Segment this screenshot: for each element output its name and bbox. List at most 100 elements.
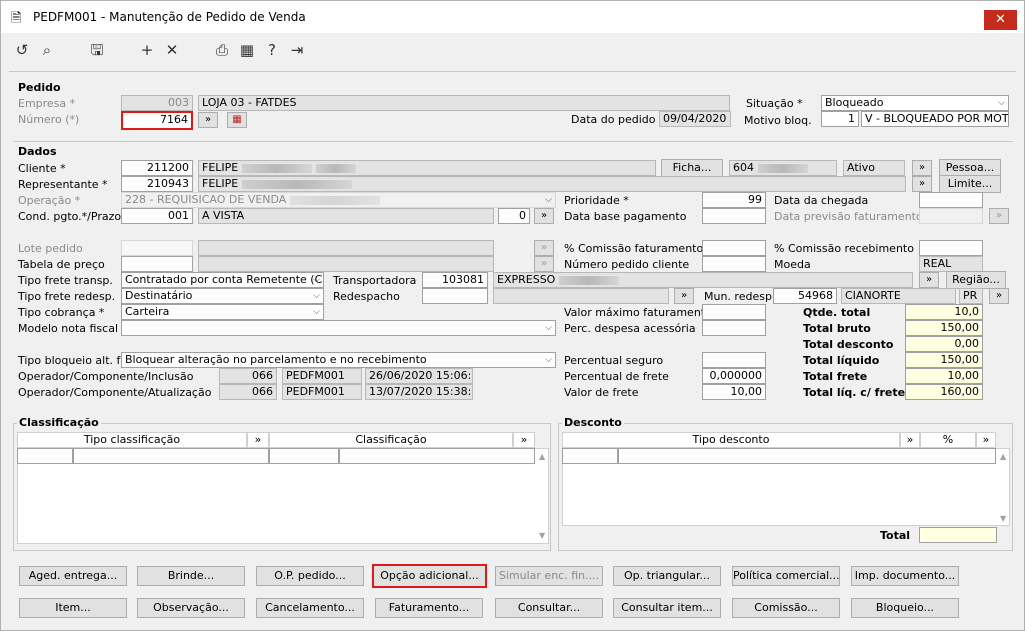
desconto-cell[interactable] xyxy=(562,448,618,464)
tipo-desconto-header[interactable]: Tipo desconto xyxy=(562,432,900,448)
consultar-item-button[interactable]: Consultar item... xyxy=(613,598,721,618)
tipo-classificacao-arrow[interactable]: » xyxy=(247,432,269,448)
classificacao-arrow[interactable]: » xyxy=(513,432,535,448)
bloqueio-dropdown[interactable]: Bloquear alteração no parcelamento e no … xyxy=(121,352,556,368)
scroll-up-icon[interactable]: ▲ xyxy=(539,452,545,461)
cancelamento-button[interactable]: Cancelamento... xyxy=(256,598,364,618)
mun-more-button[interactable]: » xyxy=(989,288,1009,304)
item-button[interactable]: Item... xyxy=(19,598,127,618)
frete-redesp-dropdown[interactable]: Destinatário ⌵ xyxy=(121,288,324,304)
close-button[interactable]: ✕ xyxy=(984,10,1017,30)
perc-seguro-field[interactable] xyxy=(702,352,766,368)
data-previsao-field xyxy=(919,208,983,224)
valor-frete-field[interactable]: 10,00 xyxy=(702,384,766,400)
numero-go-button[interactable]: » xyxy=(198,112,218,128)
cliente-more-button[interactable]: » xyxy=(912,160,932,176)
chevron-down-icon: ⌵ xyxy=(545,195,552,205)
brinde-button[interactable]: Brinde... xyxy=(137,566,245,586)
cobranca-dropdown[interactable]: Carteira ⌵ xyxy=(121,304,324,320)
add-icon[interactable]: + xyxy=(138,41,156,59)
classificacao-cell[interactable] xyxy=(73,448,269,464)
calendar-grid-icon[interactable]: ▦ xyxy=(227,112,247,128)
total-bruto-field: 150,00 xyxy=(905,320,983,336)
classificacao-header[interactable]: Classificação xyxy=(269,432,513,448)
delete-icon[interactable]: ✕ xyxy=(163,41,181,59)
classificacao-cell[interactable] xyxy=(339,448,535,464)
tabela-code-field[interactable] xyxy=(121,256,193,272)
op-triangular-button[interactable]: Op. triangular... xyxy=(613,566,721,586)
consultar-button[interactable]: Consultar... xyxy=(495,598,603,618)
lote-name-field xyxy=(198,240,494,256)
percent-header[interactable]: % xyxy=(920,432,976,448)
representante-code-field[interactable]: 210943 xyxy=(121,176,193,192)
tipo-classificacao-header[interactable]: Tipo classificação xyxy=(17,432,247,448)
scroll-down-icon[interactable]: ▼ xyxy=(539,531,545,540)
mun-code-field[interactable]: 54968 xyxy=(773,288,837,304)
exit-icon[interactable]: ⇥ xyxy=(288,41,306,59)
op-inclusao-label: Operador/Componente/Inclusão xyxy=(18,370,194,383)
total-liquido-field: 150,00 xyxy=(905,352,983,368)
tipo-desconto-arrow[interactable]: » xyxy=(900,432,920,448)
limite-button[interactable]: Limite... xyxy=(939,175,1001,193)
data-chegada-field[interactable] xyxy=(919,192,983,208)
redespacho-code-field[interactable] xyxy=(422,288,488,304)
motivo-text-field[interactable]: V - BLOQUEADO POR MOTIVO xyxy=(861,111,1009,127)
data-base-field[interactable] xyxy=(702,208,766,224)
representante-name-field: FELIPE xyxy=(198,176,906,192)
scroll-up-icon[interactable]: ▲ xyxy=(1000,452,1006,461)
search-icon[interactable]: ⌕ xyxy=(38,41,56,59)
modelo-nf-dropdown[interactable]: ⌵ xyxy=(121,320,556,336)
percent-arrow[interactable]: » xyxy=(976,432,996,448)
cond-pgto-code-field[interactable]: 001 xyxy=(121,208,193,224)
observacao-button[interactable]: Observação... xyxy=(137,598,245,618)
op-pedido-button[interactable]: O.P. pedido... xyxy=(256,566,364,586)
transportadora-more-button[interactable]: » xyxy=(919,272,939,288)
transportadora-code-field[interactable]: 103081 xyxy=(422,272,488,288)
cliente-code-field[interactable]: 211200 xyxy=(121,160,193,176)
chevron-down-icon: ⌵ xyxy=(998,98,1005,108)
print-icon[interactable]: ⎙ xyxy=(213,41,231,59)
bloqueio-button[interactable]: Bloqueio... xyxy=(851,598,959,618)
comissao-fat-field[interactable] xyxy=(702,240,766,256)
desconto-cell[interactable] xyxy=(618,448,996,464)
perc-desp-field[interactable] xyxy=(702,320,766,336)
redespacho-more-button[interactable]: » xyxy=(674,288,694,304)
redacted-text xyxy=(242,163,313,173)
classificacao-cell[interactable] xyxy=(269,448,339,464)
perc-frete-field[interactable]: 0,000000 xyxy=(702,368,766,384)
imp-documento-button[interactable]: Imp. documento... xyxy=(851,566,959,586)
valor-frete-label: Valor de frete xyxy=(564,386,639,399)
scroll-down-icon[interactable]: ▼ xyxy=(1000,514,1006,523)
aged-entrega-button[interactable]: Aged. entrega... xyxy=(19,566,127,586)
num-ped-cli-field[interactable] xyxy=(702,256,766,272)
help-icon[interactable]: ? xyxy=(263,41,281,59)
empresa-code-field: 003 xyxy=(121,95,193,111)
valor-max-field[interactable] xyxy=(702,304,766,320)
save-icon[interactable]: 🖫 xyxy=(88,41,106,59)
cliente-name-field: FELIPE xyxy=(198,160,656,176)
prioridade-field[interactable]: 99 xyxy=(702,192,766,208)
comissao-rec-field[interactable] xyxy=(919,240,983,256)
prazo-field[interactable]: 0 xyxy=(498,208,530,224)
valor-max-label: Valor máximo faturamento xyxy=(564,306,712,319)
opcao-adicional-button[interactable]: Opção adicional... xyxy=(372,564,487,588)
data-pedido-label: Data do pedido * xyxy=(571,113,665,126)
representante-more-button[interactable]: » xyxy=(912,176,932,192)
ficha-button[interactable]: Ficha... xyxy=(661,159,723,177)
cobranca-label: Tipo cobrança * xyxy=(18,306,105,319)
frete-transp-dropdown[interactable]: Contratado por conta Remetente (CIF) ⌵ xyxy=(121,272,324,288)
faturamento-button[interactable]: Faturamento... xyxy=(375,598,483,618)
cond-pgto-name-field: A VISTA xyxy=(198,208,494,224)
calendar-icon[interactable]: ▦ xyxy=(238,41,256,59)
data-previsao-more-button: » xyxy=(989,208,1009,224)
situacao-dropdown[interactable]: Bloqueado ⌵ xyxy=(821,95,1009,111)
regiao-button[interactable]: Região... xyxy=(946,271,1006,289)
classificacao-cell[interactable] xyxy=(17,448,73,464)
politica-comercial-button[interactable]: Política comercial... xyxy=(732,566,840,586)
numero-field[interactable]: 7164 xyxy=(121,111,193,130)
comissao-button[interactable]: Comissão... xyxy=(732,598,840,618)
qtde-total-label: Qtde. total xyxy=(803,306,871,319)
undo-icon[interactable]: ↺ xyxy=(13,41,31,59)
cond-pgto-more-button[interactable]: » xyxy=(534,208,554,224)
motivo-code-field[interactable]: 1 xyxy=(821,111,859,127)
